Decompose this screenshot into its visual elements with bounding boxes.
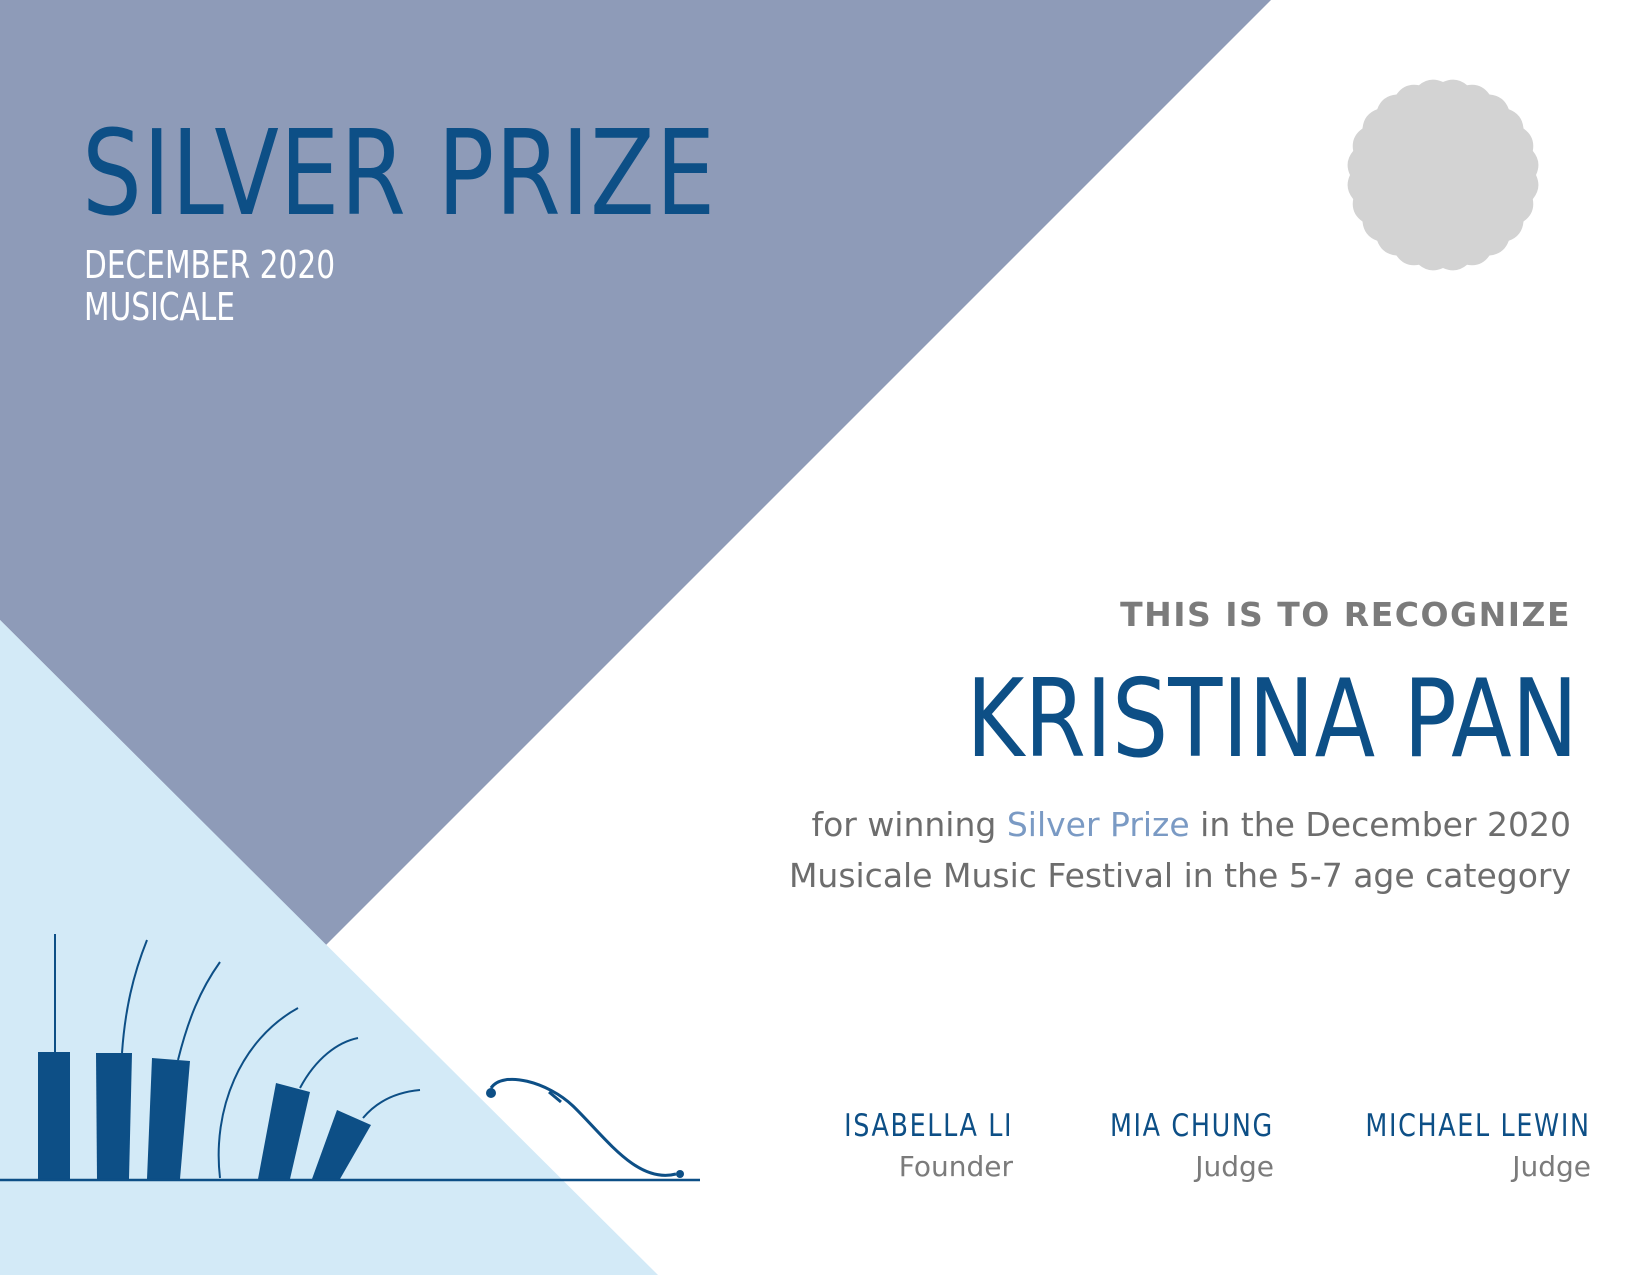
award-title: SILVER PRIZE [82, 104, 717, 242]
piano-keys-icon [0, 934, 700, 1182]
award-event: MUSICALE [84, 285, 236, 329]
award-seal-icon [1347, 79, 1539, 271]
recognition-line-2: Musicale Music Festival in the 5-7 age c… [788, 856, 1571, 895]
recognition-intro: THIS IS TO RECOGNIZE [1120, 595, 1571, 634]
recognition-line-1: for winning Silver Prize in the December… [811, 800, 1571, 850]
signatory-role: Founder [898, 1150, 1013, 1183]
signatory-judge-2: MICHAEL LEWIN Judge [1316, 1108, 1591, 1183]
signatory-role: Judge [1512, 1150, 1591, 1183]
prize-highlight: Silver Prize [1006, 805, 1190, 844]
signatory-name: ISABELLA LI [843, 1108, 1013, 1144]
award-date: DECEMBER 2020 [84, 243, 336, 287]
recognition-text: for winning [811, 805, 1007, 844]
signatory-judge-1: MIA CHUNG Judge [1074, 1108, 1274, 1183]
recognition-text: in the December 2020 [1189, 805, 1571, 844]
signatory-name: MIA CHUNG [1110, 1108, 1274, 1144]
signatory-role: Judge [1195, 1150, 1274, 1183]
signatory-name: MICHAEL LEWIN [1365, 1108, 1591, 1144]
signatory-founder: ISABELLA LI Founder [807, 1108, 1013, 1183]
recipient-name: KRISTINA PAN [966, 657, 1578, 782]
